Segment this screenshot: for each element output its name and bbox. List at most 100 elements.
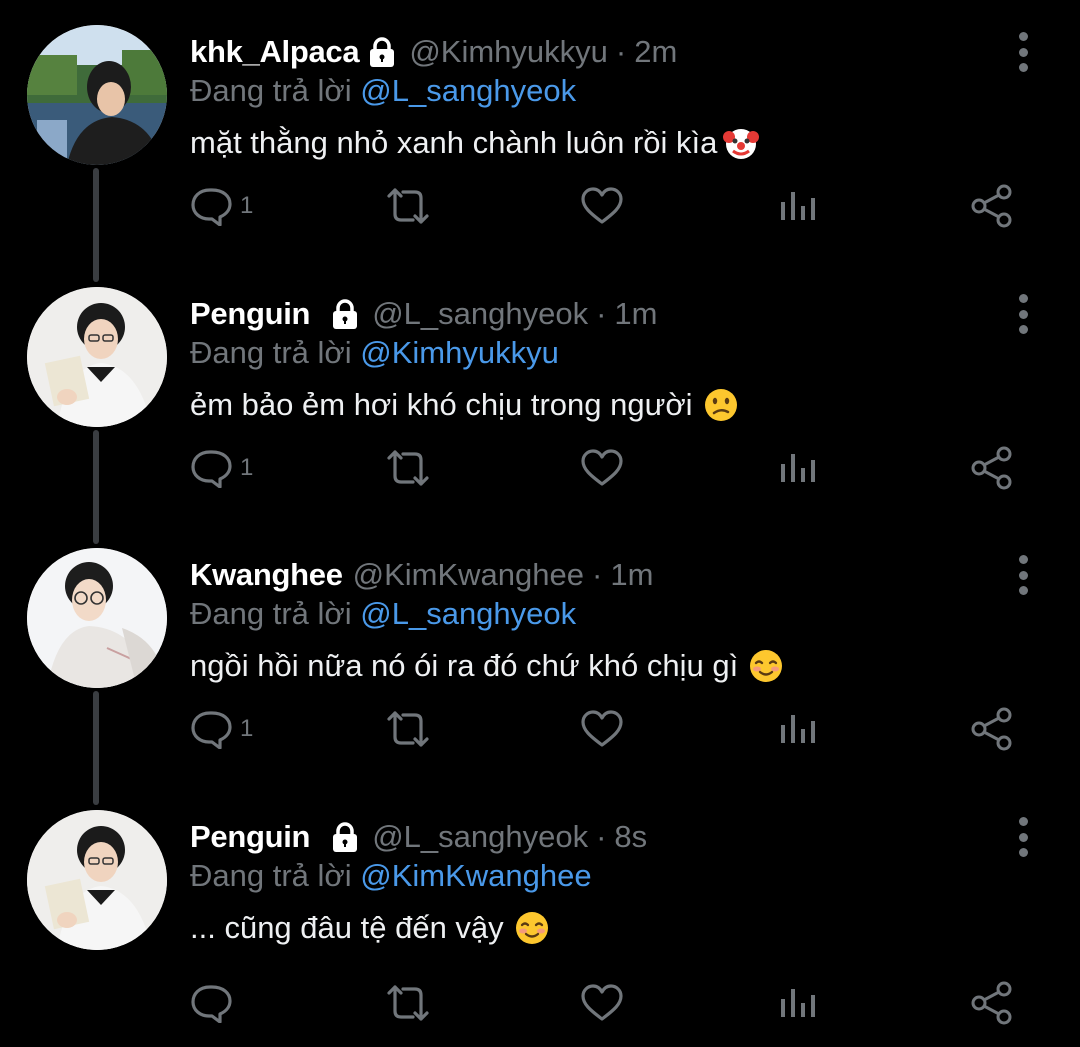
tweet-text: ẻm bảo ẻm hơi khó chịu trong người bbox=[190, 387, 739, 423]
reply-icon bbox=[190, 448, 234, 488]
lock-icon bbox=[367, 36, 397, 68]
share-button[interactable] bbox=[970, 699, 1014, 759]
analytics-button[interactable] bbox=[778, 973, 818, 1033]
more-icon[interactable] bbox=[1008, 555, 1038, 595]
retweet-button[interactable] bbox=[383, 973, 433, 1033]
tweet[interactable]: Kwanghee @KimKwanghee · 1m Đang trả lời … bbox=[0, 523, 1080, 785]
tweet[interactable]: Penguin @L_sanghyeok · 1m Đang trả lời @… bbox=[0, 262, 1080, 524]
replying-to: Đang trả lời @Kimhyukkyu bbox=[190, 335, 559, 371]
retweet-icon bbox=[383, 186, 433, 226]
replying-to: Đang trả lời @L_sanghyeok bbox=[190, 73, 576, 109]
reply-button[interactable]: 1 bbox=[190, 438, 253, 498]
like-button[interactable] bbox=[580, 176, 624, 236]
replying-to: Đang trả lời @KimKwanghee bbox=[190, 858, 592, 894]
share-button[interactable] bbox=[970, 973, 1014, 1033]
reply-count: 1 bbox=[240, 192, 254, 219]
share-icon bbox=[970, 981, 1014, 1025]
replying-to: Đang trả lời @L_sanghyeok bbox=[190, 596, 576, 632]
reply-icon bbox=[190, 709, 234, 749]
timestamp[interactable]: 8s bbox=[614, 819, 647, 855]
tweet-text-body: ẻm bảo ẻm hơi khó chịu trong người bbox=[190, 387, 693, 422]
user-handle[interactable]: @Kimhyukkyu bbox=[409, 34, 608, 70]
mention-link[interactable]: @L_sanghyeok bbox=[360, 596, 576, 631]
timestamp[interactable]: 1m bbox=[610, 557, 653, 593]
reply-button[interactable]: 1 bbox=[190, 176, 253, 236]
tweet-actions: 1 bbox=[0, 176, 1080, 236]
more-icon[interactable] bbox=[1008, 817, 1038, 857]
analytics-icon bbox=[778, 448, 818, 488]
display-name[interactable]: Kwanghee bbox=[190, 557, 343, 593]
like-button[interactable] bbox=[580, 438, 624, 498]
tweet-actions: 1 bbox=[0, 699, 1080, 759]
avatar[interactable] bbox=[27, 25, 167, 165]
reply-count: 1 bbox=[240, 715, 254, 742]
mention-link[interactable]: @KimKwanghee bbox=[360, 858, 591, 893]
tweet-text: ngồi hồi nữa nó ói ra đó chứ khó chịu gì bbox=[190, 648, 784, 684]
reply-button[interactable] bbox=[190, 973, 240, 1033]
display-name[interactable]: khk_Alpaca bbox=[190, 34, 360, 70]
tweet-actions: 1 bbox=[0, 438, 1080, 498]
share-icon bbox=[970, 707, 1014, 751]
smiling-face-emoji bbox=[748, 648, 784, 684]
reply-button[interactable]: 1 bbox=[190, 699, 253, 759]
separator: · bbox=[592, 557, 603, 592]
lock-icon bbox=[330, 298, 360, 330]
retweet-icon bbox=[383, 983, 433, 1023]
user-handle[interactable]: @L_sanghyeok bbox=[372, 819, 588, 855]
like-icon bbox=[580, 448, 624, 488]
timestamp[interactable]: 2m bbox=[634, 34, 677, 70]
display-name[interactable]: Penguin bbox=[190, 819, 310, 855]
mention-link[interactable]: @Kimhyukkyu bbox=[360, 335, 559, 370]
like-icon bbox=[580, 186, 624, 226]
analytics-icon bbox=[778, 709, 818, 749]
like-icon bbox=[580, 983, 624, 1023]
reply-count: 1 bbox=[240, 454, 254, 481]
retweet-button[interactable] bbox=[383, 438, 433, 498]
display-name[interactable]: Penguin bbox=[190, 296, 310, 332]
share-icon bbox=[970, 184, 1014, 228]
tweet-text: ... cũng đâu tệ đến vậy bbox=[190, 910, 550, 946]
like-button[interactable] bbox=[580, 973, 624, 1033]
share-button[interactable] bbox=[970, 176, 1014, 236]
tweet[interactable]: khk_Alpaca @Kimhyukkyu · 2m Đang trả lời… bbox=[0, 0, 1080, 262]
tweet-actions bbox=[0, 973, 1080, 1033]
analytics-button[interactable] bbox=[778, 176, 818, 236]
confused-face-emoji bbox=[703, 387, 739, 423]
analytics-button[interactable] bbox=[778, 438, 818, 498]
separator: · bbox=[596, 296, 607, 331]
user-handle[interactable]: @L_sanghyeok bbox=[372, 296, 588, 332]
share-icon bbox=[970, 446, 1014, 490]
replying-to-label: Đang trả lời bbox=[190, 596, 352, 631]
more-icon[interactable] bbox=[1008, 32, 1038, 72]
separator: · bbox=[615, 34, 627, 69]
tweet-text-body: ngồi hồi nữa nó ói ra đó chứ khó chịu gì bbox=[190, 648, 739, 683]
reply-icon bbox=[190, 983, 234, 1023]
replying-to-label: Đang trả lời bbox=[190, 73, 352, 108]
like-button[interactable] bbox=[580, 699, 624, 759]
lock-icon bbox=[330, 821, 360, 853]
retweet-button[interactable] bbox=[383, 176, 433, 236]
user-handle[interactable]: @KimKwanghee bbox=[353, 557, 584, 593]
timestamp[interactable]: 1m bbox=[614, 296, 657, 332]
analytics-button[interactable] bbox=[778, 699, 818, 759]
analytics-icon bbox=[778, 186, 818, 226]
avatar[interactable] bbox=[27, 287, 167, 427]
like-icon bbox=[580, 709, 624, 749]
separator: · bbox=[596, 819, 607, 854]
tweet-text-body: ... cũng đâu tệ đến vậy bbox=[190, 910, 504, 945]
avatar[interactable] bbox=[27, 548, 167, 688]
clown-face-emoji bbox=[723, 125, 760, 161]
replying-to-label: Đang trả lời bbox=[190, 335, 352, 370]
avatar[interactable] bbox=[27, 810, 167, 950]
retweet-button[interactable] bbox=[383, 699, 433, 759]
mention-link[interactable]: @L_sanghyeok bbox=[360, 73, 576, 108]
more-icon[interactable] bbox=[1008, 294, 1038, 334]
reply-icon bbox=[190, 186, 234, 226]
tweet[interactable]: Penguin @L_sanghyeok · 8s Đang trả lời @… bbox=[0, 785, 1080, 1047]
tweet-text: mặt thằng nhỏ xanh chành luôn rồi kìa bbox=[190, 125, 760, 161]
tweet-text-body: mặt thằng nhỏ xanh chành luôn rồi kìa bbox=[190, 125, 718, 160]
analytics-icon bbox=[778, 983, 818, 1023]
retweet-icon bbox=[383, 709, 433, 749]
share-button[interactable] bbox=[970, 438, 1014, 498]
retweet-icon bbox=[383, 448, 433, 488]
